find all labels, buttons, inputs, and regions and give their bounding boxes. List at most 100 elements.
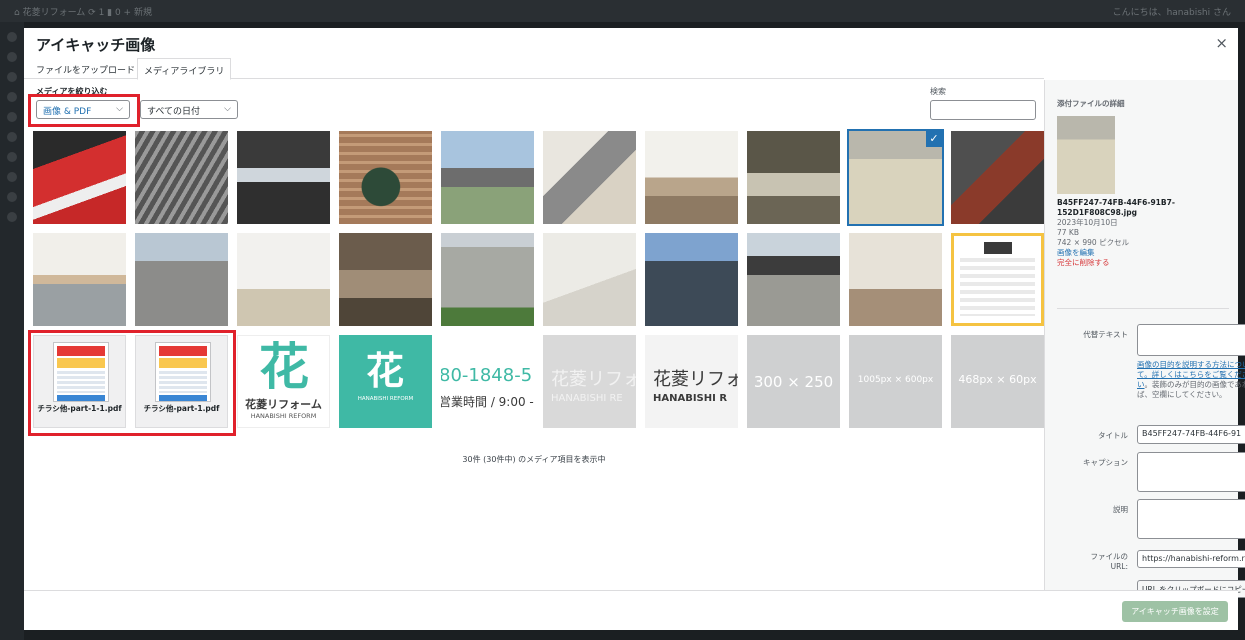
details-heading: 添付ファイルの詳細 bbox=[1057, 99, 1125, 108]
media-thumbnail[interactable] bbox=[543, 233, 636, 326]
media-thumbnail[interactable]: 花菱リフォ HANABISHI R bbox=[645, 335, 738, 428]
menu-icon[interactable] bbox=[7, 52, 17, 62]
media-tabs: ファイルをアップロード メディアライブラリ bbox=[24, 58, 1044, 80]
date-filter[interactable]: すべての日付 ⌵ bbox=[140, 100, 238, 119]
media-thumbnail[interactable] bbox=[951, 131, 1044, 224]
attachment-details: 添付ファイルの詳細 B45FF247-74FB-44F6-91B7-152D1F… bbox=[1044, 80, 1245, 598]
media-thumbnail[interactable] bbox=[135, 131, 228, 224]
details-divider bbox=[1057, 308, 1229, 309]
photo-stair-roof bbox=[543, 131, 636, 224]
photo-kitchen-counter bbox=[33, 233, 126, 326]
media-thumbnail[interactable]: 1005px × 600px bbox=[849, 335, 942, 428]
photo-room-shelves bbox=[747, 131, 840, 224]
media-modal: アイキャッチ画像 × ファイルをアップロード メディアライブラリ メディアを絞り… bbox=[24, 28, 1245, 630]
photo-hallway-floor bbox=[1057, 116, 1115, 194]
photo-bathroom bbox=[849, 233, 942, 326]
modal-footer: アイキャッチ画像を設定 bbox=[24, 590, 1238, 630]
tab-upload-files[interactable]: ファイルをアップロード bbox=[30, 58, 141, 79]
media-thumbnail[interactable] bbox=[339, 131, 432, 224]
placeholder-size-text: 468px × 60px bbox=[958, 373, 1037, 386]
photo-kitchen bbox=[645, 131, 738, 224]
set-featured-image-button[interactable]: アイキャッチ画像を設定 bbox=[1122, 601, 1228, 622]
banner-hours-text: 営業時間 / 9:00 - bbox=[441, 395, 534, 409]
media-thumbnail[interactable] bbox=[747, 233, 840, 326]
photo-empty-room bbox=[237, 233, 330, 326]
menu-icon[interactable] bbox=[7, 112, 17, 122]
photo-flyer-drone bbox=[984, 242, 1012, 254]
photo-carport bbox=[747, 233, 840, 326]
admin-bar-left[interactable]: ⌂ 花菱リフォーム ⟳ 1 ▮ 0 + 新規 bbox=[14, 5, 152, 18]
menu-icon[interactable] bbox=[7, 152, 17, 162]
banner-logo-text: 花菱リフォ bbox=[551, 369, 636, 390]
menu-icon[interactable] bbox=[7, 92, 17, 102]
media-thumbnail[interactable] bbox=[441, 233, 534, 326]
photo-wood-stove bbox=[339, 131, 432, 224]
alt-text-help: 画像の目的を説明する方法について。詳しくはこちらをご覧ください。装飾のみが目的の… bbox=[1137, 360, 1245, 400]
menu-icon[interactable] bbox=[7, 72, 17, 82]
title-label: タイトル bbox=[1098, 431, 1128, 440]
menu-icon[interactable] bbox=[7, 212, 17, 222]
banner-phone-text: 80-1848-5 bbox=[441, 365, 533, 386]
details-filename: B45FF247-74FB-44F6-91B7-152D1F808C98.jpg bbox=[1057, 198, 1175, 217]
photo-toilet bbox=[543, 233, 636, 326]
check-icon[interactable]: ✓ bbox=[926, 131, 942, 147]
menu-icon[interactable] bbox=[7, 172, 17, 182]
media-thumbnail[interactable] bbox=[951, 233, 1044, 326]
search-label: 検索 bbox=[930, 87, 946, 96]
banner-logo-en: HANABISHI RE bbox=[551, 393, 623, 404]
media-thumbnail[interactable] bbox=[339, 233, 432, 326]
media-thumbnail[interactable] bbox=[33, 233, 126, 326]
alt-text-help-text: 。装飾のみが目的の画像であれば、空欄にしてください。 bbox=[1137, 380, 1245, 399]
media-thumbnail[interactable]: 花 花菱リフォーム HANABISHI REFORM bbox=[237, 335, 330, 428]
menu-icon[interactable] bbox=[7, 132, 17, 142]
media-thumbnail[interactable] bbox=[747, 131, 840, 224]
media-thumbnail[interactable] bbox=[645, 233, 738, 326]
photo-scaffold-red bbox=[33, 131, 126, 224]
media-thumbnail[interactable]: 300 × 250 bbox=[747, 335, 840, 428]
media-thumbnail[interactable] bbox=[237, 131, 330, 224]
media-thumbnail[interactable]: 80-1848-5 営業時間 / 9:00 - bbox=[441, 335, 534, 428]
media-thumbnail[interactable]: 468px × 60px bbox=[951, 335, 1044, 428]
photo-interior-frame bbox=[237, 131, 330, 224]
media-thumbnail[interactable]: 花菱リフォ HANABISHI RE bbox=[543, 335, 636, 428]
close-icon[interactable]: × bbox=[1215, 34, 1228, 52]
media-thumbnail[interactable] bbox=[441, 131, 534, 224]
edit-image-link[interactable]: 画像を編集 bbox=[1057, 248, 1233, 258]
highlight-box-filter bbox=[28, 94, 140, 127]
photo-parking-lot bbox=[135, 233, 228, 326]
media-thumbnail[interactable]: 花 HANABISHI REFORM bbox=[339, 335, 432, 428]
photo-house-roof bbox=[441, 131, 534, 224]
details-size: 77 KB bbox=[1057, 228, 1079, 237]
file-url-field[interactable]: https://hanabishi-reform.r bbox=[1137, 550, 1245, 568]
media-thumbnail[interactable] bbox=[849, 233, 942, 326]
media-count: 30件 (30件中) のメディア項目を表示中 bbox=[462, 455, 606, 464]
caption-field[interactable] bbox=[1137, 452, 1245, 492]
photo-scaffold-building bbox=[645, 233, 738, 326]
media-thumbnail[interactable] bbox=[543, 131, 636, 224]
title-field[interactable]: B45FF247-74FB-44F6-91 bbox=[1137, 425, 1245, 444]
media-thumbnail[interactable] bbox=[237, 233, 330, 326]
media-thumbnail[interactable] bbox=[645, 131, 738, 224]
file-url-label: ファイルの URL: bbox=[1090, 552, 1129, 571]
menu-icon[interactable] bbox=[7, 192, 17, 202]
delete-permanently-link[interactable]: 完全に削除する bbox=[1057, 258, 1233, 268]
logo-mark-icon: 花 bbox=[259, 338, 309, 396]
placeholder-size-text: 1005px × 600px bbox=[857, 375, 934, 385]
caption-label: キャプション bbox=[1083, 458, 1128, 467]
photo-storage-shed bbox=[441, 233, 534, 326]
media-thumbnail-selected[interactable]: ✓ bbox=[847, 129, 944, 226]
admin-bar: ⌂ 花菱リフォーム ⟳ 1 ▮ 0 + 新規 こんにちは、hanabishi さ… bbox=[0, 0, 1245, 22]
alt-text-field[interactable] bbox=[1137, 324, 1245, 356]
tab-media-library[interactable]: メディアライブラリ bbox=[137, 58, 232, 80]
modal-title: アイキャッチ画像 bbox=[36, 36, 156, 54]
placeholder-size-text: 300 × 250 bbox=[753, 373, 834, 391]
admin-bar-account[interactable]: こんにちは、hanabishi さん bbox=[1113, 5, 1231, 18]
search-input[interactable] bbox=[930, 100, 1036, 120]
details-date: 2023年10月10日 bbox=[1057, 218, 1118, 227]
logo-text-en: HANABISHI REFORM bbox=[357, 396, 414, 402]
media-thumbnail[interactable] bbox=[33, 131, 126, 224]
description-field[interactable] bbox=[1137, 499, 1245, 539]
logo-text-ja: 花菱リフォーム bbox=[245, 398, 322, 411]
media-thumbnail[interactable] bbox=[135, 233, 228, 326]
menu-icon[interactable] bbox=[7, 32, 17, 42]
